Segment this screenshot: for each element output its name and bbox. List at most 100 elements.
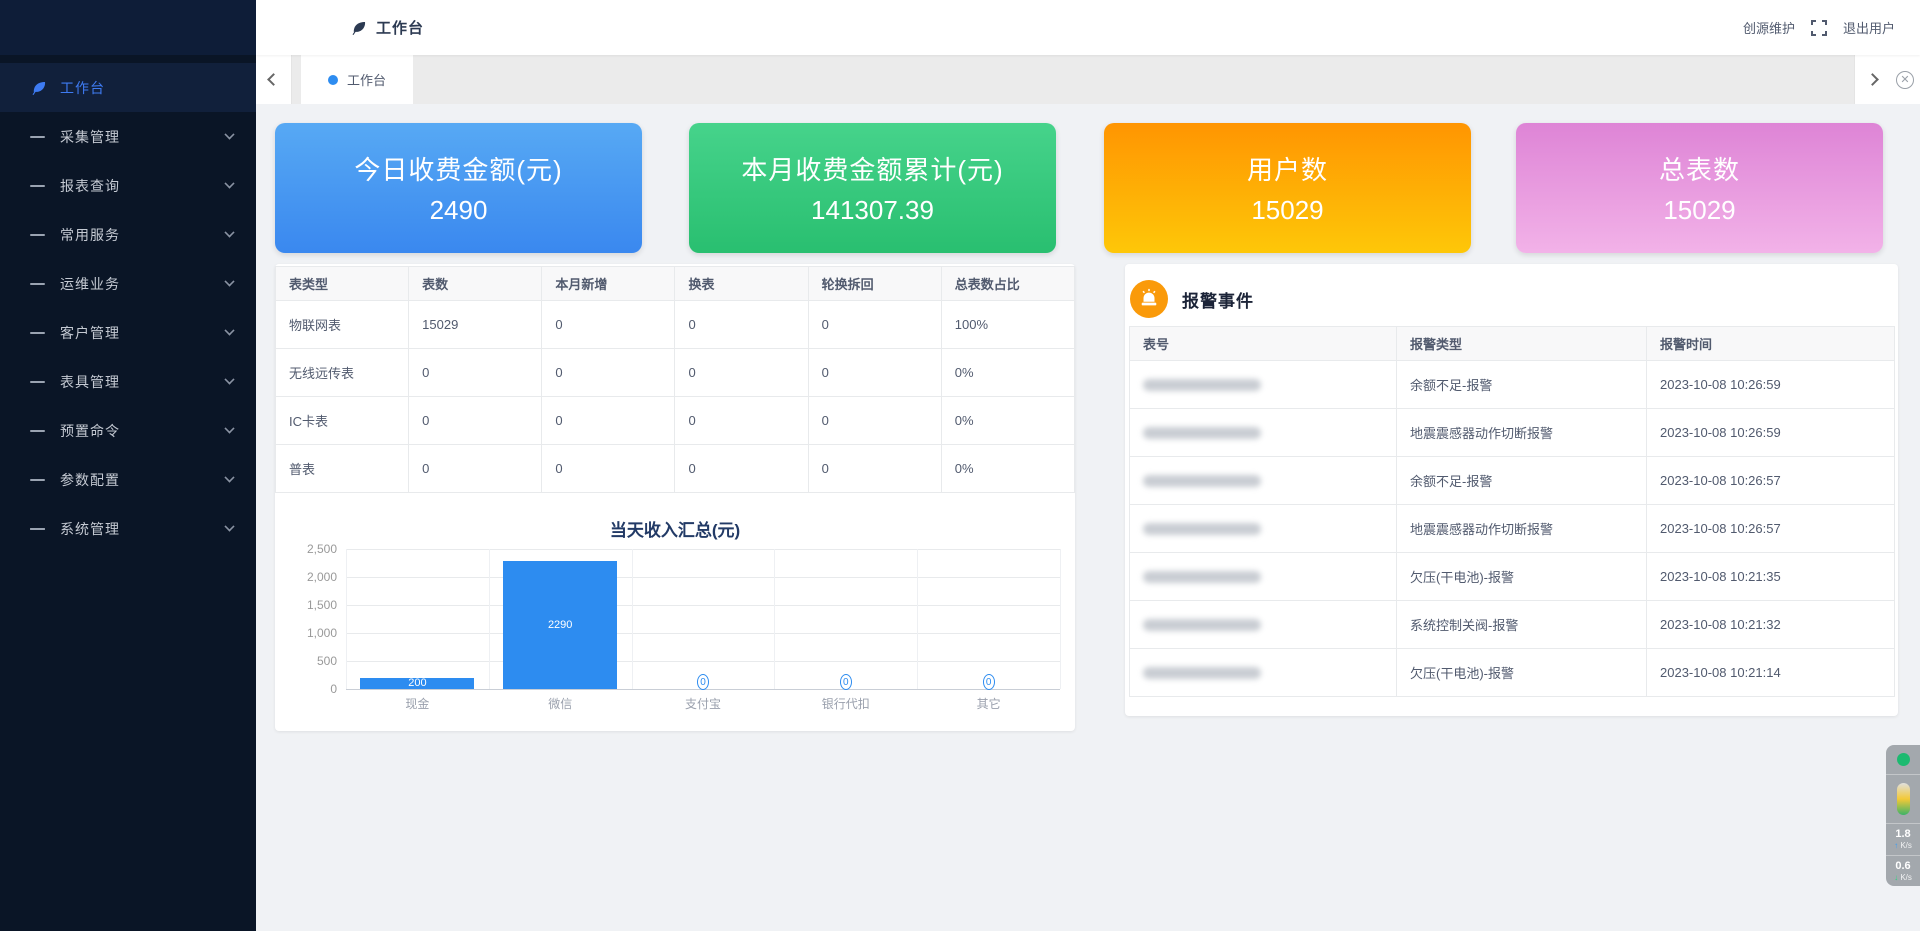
tab-workbench[interactable]: 工作台 — [301, 55, 413, 104]
hamburger-icon[interactable] — [286, 19, 310, 37]
y-axis-tick-label: 2,000 — [275, 570, 337, 584]
sidebar-item-label: 采集管理 — [60, 127, 120, 147]
sidebar-item-7[interactable]: 预置命令 — [0, 406, 256, 455]
table-cell: 0 — [409, 445, 542, 493]
stat-card-title: 今日收费金额(元) — [354, 150, 562, 187]
upload-speed-unit: ↑ K/s — [1894, 841, 1912, 851]
column-header: 本月新增 — [542, 267, 675, 301]
filter-icon — [30, 373, 48, 391]
tab-close-all-button[interactable]: ✕ — [1890, 55, 1920, 104]
column-header: 表数 — [409, 267, 542, 301]
alarm-row: 系统控制关阀-报警2023-10-08 10:21:32 — [1130, 601, 1895, 649]
y-axis-tick-label: 500 — [275, 654, 337, 668]
sidebar-item-8[interactable]: 参数配置 — [0, 455, 256, 504]
x-axis-category-label: 支付宝 — [632, 695, 775, 712]
up-arrow-icon: ↑ — [1894, 841, 1898, 850]
alarm-panel-header: 报警事件 — [1130, 280, 1254, 318]
bar-value-label: 200 — [408, 677, 426, 689]
sidebar-item-label: 表具管理 — [60, 372, 120, 392]
header-title-wrap: 工作台 — [350, 17, 424, 38]
column-header: 表号 — [1130, 327, 1397, 361]
table-header-row: 表类型表数本月新增换表轮换拆回总表数占比 — [276, 267, 1075, 301]
sidebar-item-5[interactable]: 客户管理 — [0, 308, 256, 357]
redacted-meter-number — [1143, 523, 1261, 535]
sidebar-item-0[interactable]: 工作台 — [0, 63, 256, 112]
tab-label: 工作台 — [347, 70, 386, 89]
network-monitor-widget[interactable]: 1.8 ↑ K/s 0.6 ↓ K/s — [1886, 745, 1920, 886]
stat-card-title: 用户数 — [1247, 150, 1328, 187]
sidebar-item-4[interactable]: 运维业务 — [0, 259, 256, 308]
sidebar-item-6[interactable]: 表具管理 — [0, 357, 256, 406]
table-cell: 0% — [941, 397, 1074, 445]
stat-card-title: 总表数 — [1659, 150, 1740, 187]
tab-active-dot — [328, 75, 338, 85]
sidebar-item-label: 报表查询 — [60, 176, 120, 196]
table-cell: 0% — [941, 445, 1074, 493]
chevron-down-icon — [224, 374, 234, 384]
alarm-time-cell: 2023-10-08 10:21:14 — [1647, 649, 1895, 697]
x-axis-category-label: 微信 — [489, 695, 632, 712]
stat-card-2: 用户数 15029 — [1104, 123, 1471, 253]
redacted-meter-number — [1143, 619, 1261, 631]
meter-number-cell — [1130, 457, 1397, 505]
tab-scroll-left-button[interactable] — [256, 55, 292, 104]
stat-card-value: 15029 — [1663, 195, 1735, 226]
upload-speed-value: 1.8 — [1895, 828, 1910, 841]
vertical-gridline — [1060, 549, 1061, 689]
stat-card-0: 今日收费金额(元)2490 — [275, 123, 642, 253]
redacted-meter-number — [1143, 571, 1261, 583]
redacted-meter-number — [1143, 427, 1261, 439]
table-cell: IC卡表 — [276, 397, 409, 445]
table-cell: 0 — [542, 397, 675, 445]
vertical-gridline — [774, 549, 775, 689]
down-arrow-icon: ↓ — [1894, 873, 1898, 882]
org-maintain-link[interactable]: 创源维护 — [1743, 18, 1795, 37]
stat-card-value: 15029 — [1251, 195, 1323, 226]
fullscreen-icon[interactable] — [1811, 20, 1827, 36]
leaf-icon — [350, 19, 368, 37]
chevron-down-icon — [224, 472, 234, 482]
filter-icon — [30, 275, 48, 293]
column-header: 报警时间 — [1647, 327, 1895, 361]
table-cell: 0 — [542, 445, 675, 493]
meter-number-cell — [1130, 601, 1397, 649]
table-cell: 0 — [808, 397, 941, 445]
bar-value-label: 2290 — [548, 619, 572, 631]
chevron-down-icon — [224, 178, 234, 188]
chart-title: 当天收入汇总(元) — [275, 516, 1075, 541]
gridline — [346, 605, 1060, 606]
x-axis-category-label: 银行代扣 — [774, 695, 917, 712]
column-header: 报警类型 — [1397, 327, 1647, 361]
table-cell: 0 — [409, 349, 542, 397]
table-row: IC卡表00000% — [276, 397, 1075, 445]
table-cell: 0 — [542, 349, 675, 397]
table-cell: 0 — [675, 301, 808, 349]
alarm-row: 欠压(干电池)-报警2023-10-08 10:21:14 — [1130, 649, 1895, 697]
leaf-icon — [30, 79, 48, 97]
gridline — [346, 633, 1060, 634]
meter-number-cell — [1130, 409, 1397, 457]
x-axis-category-label: 现金 — [346, 695, 489, 712]
chevron-right-icon — [1866, 73, 1879, 86]
table-cell: 无线远传表 — [276, 349, 409, 397]
tabbar: 工作台 ✕ — [256, 55, 1920, 104]
filter-icon — [30, 422, 48, 440]
sidebar-item-3[interactable]: 常用服务 — [0, 210, 256, 259]
alarm-time-cell: 2023-10-08 10:21:32 — [1647, 601, 1895, 649]
table-cell: 0 — [808, 349, 941, 397]
gauge-capsule-icon — [1897, 783, 1910, 815]
meter-number-cell — [1130, 649, 1397, 697]
sidebar-item-2[interactable]: 报表查询 — [0, 161, 256, 210]
meter-number-cell — [1130, 361, 1397, 409]
column-header: 换表 — [675, 267, 808, 301]
meter-number-cell — [1130, 505, 1397, 553]
filter-icon — [30, 471, 48, 489]
sidebar-item-9[interactable]: 系统管理 — [0, 504, 256, 553]
tab-scroll-right-button[interactable] — [1854, 55, 1890, 104]
zero-value-marker: 0 — [840, 674, 852, 690]
gauge-section — [1886, 774, 1920, 823]
alarm-table: 表号报警类型报警时间余额不足-报警2023-10-08 10:26:59地震震感… — [1129, 326, 1894, 697]
sidebar-item-1[interactable]: 采集管理 — [0, 112, 256, 161]
logout-button[interactable]: 退出用户 — [1843, 18, 1895, 37]
zero-value-marker: 0 — [983, 674, 995, 690]
